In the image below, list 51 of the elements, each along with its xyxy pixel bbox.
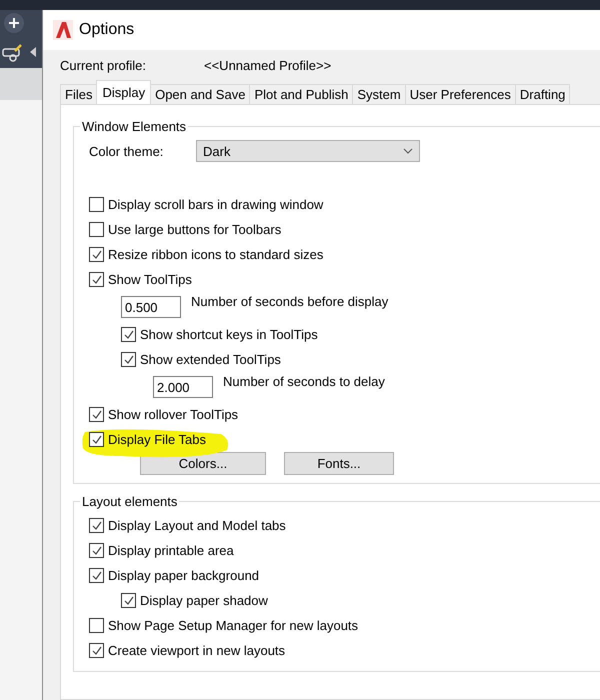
field-label: Color theme: [89, 144, 164, 158]
checkbox-label: Use large buttons for Toolbars [108, 222, 282, 237]
checkbox[interactable] [121, 593, 136, 608]
profile-label: Current profile: [60, 58, 147, 72]
theme-dropdown[interactable]: Dark [196, 140, 420, 162]
checkbox[interactable] [89, 222, 104, 237]
checkbox[interactable] [89, 407, 104, 422]
add-tab-icon[interactable] [4, 13, 24, 33]
checkbox-label: Show rollover ToolTips [108, 407, 238, 422]
checkbox-label: Display scroll bars in drawing window [108, 197, 324, 212]
checkbox[interactable] [89, 568, 104, 583]
dialog-button[interactable]: Fonts... [284, 452, 394, 475]
tab[interactable]: Files [60, 84, 98, 104]
checkbox-label: Display Layout and Model tabs [108, 518, 286, 533]
checkbox[interactable] [89, 247, 104, 262]
group-title: Layout elements [81, 494, 178, 509]
left-arrow-icon[interactable] [28, 45, 37, 59]
app-logo-icon [53, 20, 73, 40]
checkbox-label: Display paper background [108, 568, 260, 583]
tab[interactable]: Display [96, 80, 152, 104]
number-field[interactable]: 0.500 [121, 296, 181, 318]
window-title: Options [79, 21, 134, 39]
field-label: Number of seconds before display [191, 294, 388, 309]
checkbox[interactable] [89, 518, 104, 533]
profile-name: <<Unnamed Profile>> [204, 58, 332, 72]
ribbon-panel [0, 68, 42, 100]
checkbox[interactable] [121, 327, 136, 342]
checkbox[interactable] [89, 543, 104, 558]
checkbox-label: Show shortcut keys in ToolTips [140, 327, 318, 342]
checkbox[interactable] [121, 352, 136, 367]
caret-icon [403, 148, 413, 154]
pencil-icon[interactable] [2, 42, 22, 62]
checkbox-label: Display File Tabs [108, 432, 206, 447]
checkbox-label: Create viewport in new layouts [108, 643, 286, 658]
checkbox[interactable] [89, 643, 104, 658]
checkbox-label: Show Page Setup Manager for new layouts [108, 618, 358, 633]
checkbox-label: Show extended ToolTips [140, 352, 281, 367]
tab[interactable]: Drafting [514, 84, 570, 104]
tab[interactable]: Open and Save [150, 84, 250, 104]
field-label: Number of seconds to delay [223, 374, 385, 389]
checkbox[interactable] [89, 432, 104, 447]
checkbox-label: Display printable area [108, 543, 234, 558]
group-title: Window Elements [81, 119, 188, 134]
checkbox-label: Show ToolTips [108, 272, 192, 287]
tab[interactable]: System [352, 84, 406, 104]
number-field[interactable]: 2.000 [153, 376, 213, 398]
checkbox[interactable] [89, 197, 104, 212]
checkbox-label: Display paper shadow [140, 593, 268, 608]
checkbox[interactable] [89, 618, 104, 633]
checkbox[interactable] [89, 272, 104, 287]
checkbox-label: Resize ribbon icons to standard sizes [108, 247, 324, 262]
